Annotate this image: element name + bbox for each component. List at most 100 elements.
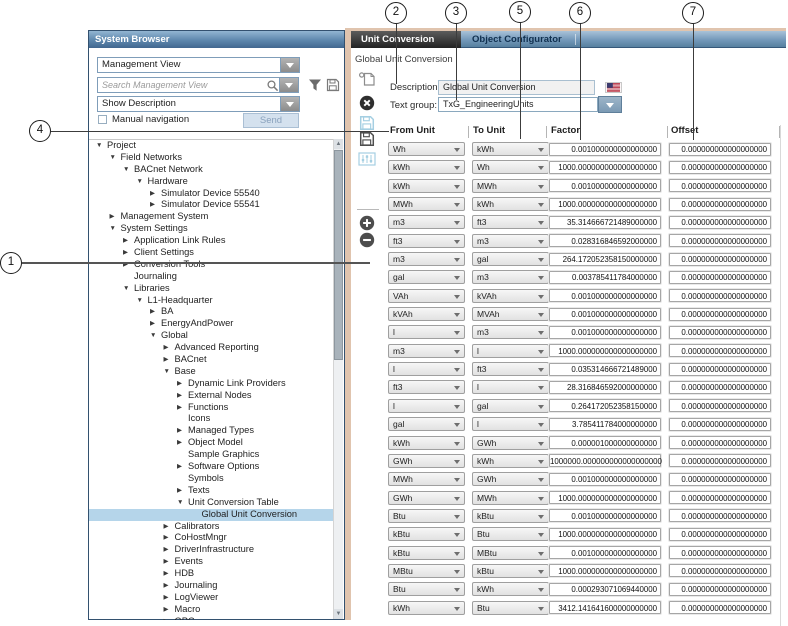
from-unit-select[interactable]: Btu xyxy=(388,509,465,523)
to-unit-select[interactable]: kBtu xyxy=(472,564,549,578)
tab-object-configurator[interactable]: Object Configurator xyxy=(462,31,572,48)
tree-collapsed-arrow-icon[interactable]: ▶ xyxy=(150,318,161,330)
from-unit-select[interactable]: kWh xyxy=(388,436,465,450)
offset-input[interactable]: 0.000000000000000000 xyxy=(669,216,771,229)
tree-item-icons[interactable]: Icons xyxy=(89,413,335,425)
tree-expanded-arrow-icon[interactable]: ▼ xyxy=(150,330,161,342)
from-unit-select[interactable]: MBtu xyxy=(388,564,465,578)
from-unit-select[interactable]: gal xyxy=(388,417,465,431)
from-unit-select[interactable]: gal xyxy=(388,270,465,284)
from-unit-select[interactable]: m3 xyxy=(388,344,465,358)
offset-input[interactable]: 0.000000000000000000 xyxy=(669,143,771,156)
to-unit-select[interactable]: MVAh xyxy=(472,307,549,321)
tree-expanded-arrow-icon[interactable]: ▼ xyxy=(164,366,175,378)
offset-input[interactable]: 0.000000000000000000 xyxy=(669,308,771,321)
factor-input[interactable]: 0.000293071069440000 xyxy=(549,583,661,596)
tree-item-texts[interactable]: ▶Texts xyxy=(89,485,335,497)
scrollbar-thumb[interactable] xyxy=(334,150,343,360)
tree-item-journaling[interactable]: Journaling xyxy=(89,271,335,283)
factor-input[interactable]: 0.001000000000000000 xyxy=(549,546,661,559)
to-unit-select[interactable]: ft3 xyxy=(472,362,549,376)
tree-item-journaling[interactable]: ▶Journaling xyxy=(89,580,335,592)
factor-input[interactable]: 0.028316846592000000 xyxy=(549,234,661,247)
offset-input[interactable]: 0.000000000000000000 xyxy=(669,454,771,467)
tree-item-project[interactable]: ▼Project xyxy=(89,140,335,152)
tree-collapsed-arrow-icon[interactable]: ▶ xyxy=(164,568,175,580)
factor-input[interactable]: 0.003785411784000000 xyxy=(549,271,661,284)
offset-input[interactable]: 0.000000000000000000 xyxy=(669,271,771,284)
manual-navigation-checkbox[interactable] xyxy=(98,115,107,124)
from-unit-select[interactable]: kWh xyxy=(388,601,465,615)
tree-collapsed-arrow-icon[interactable]: ▶ xyxy=(164,616,175,620)
tree-item-simulator-device-55541[interactable]: ▶Simulator Device 55541 xyxy=(89,199,335,211)
from-unit-select[interactable]: l xyxy=(388,399,465,413)
tree-collapsed-arrow-icon[interactable]: ▶ xyxy=(164,521,175,533)
tree-item-events[interactable]: ▶Events xyxy=(89,556,335,568)
to-unit-select[interactable]: kWh xyxy=(472,454,549,468)
tree-item-l1-headquarter[interactable]: ▼L1-Headquarter xyxy=(89,295,335,307)
offset-input[interactable]: 0.000000000000000000 xyxy=(669,583,771,596)
save-search-icon[interactable] xyxy=(326,78,340,92)
offset-input[interactable]: 0.000000000000000000 xyxy=(669,381,771,394)
tree-collapsed-arrow-icon[interactable]: ▶ xyxy=(164,532,175,544)
tree-collapsed-arrow-icon[interactable]: ▶ xyxy=(150,188,161,200)
offset-input[interactable]: 0.000000000000000000 xyxy=(669,436,771,449)
tree-collapsed-arrow-icon[interactable]: ▶ xyxy=(177,461,188,473)
tab-unit-conversion[interactable]: Unit Conversion xyxy=(351,31,461,48)
to-unit-select[interactable]: MWh xyxy=(472,179,549,193)
tree-item-cohostmngr[interactable]: ▶CoHostMngr xyxy=(89,532,335,544)
save-as-icon[interactable] xyxy=(358,131,376,147)
tree-item-dynamic-link-providers[interactable]: ▶Dynamic Link Providers xyxy=(89,378,335,390)
tree-item-logviewer[interactable]: ▶LogViewer xyxy=(89,592,335,604)
offset-input[interactable]: 0.000000000000000000 xyxy=(669,601,771,614)
factor-input[interactable]: 1000.000000000000000000 xyxy=(549,344,661,357)
tree-item-management-system[interactable]: ▶Management System xyxy=(89,211,335,223)
tree-item-global[interactable]: ▼Global xyxy=(89,330,335,342)
tree-collapsed-arrow-icon[interactable]: ▶ xyxy=(177,378,188,390)
tree-scrollbar[interactable]: ▲ ▼ xyxy=(333,139,343,619)
factor-input[interactable]: 0.035314666721489000 xyxy=(549,363,661,376)
send-button[interactable]: Send xyxy=(243,113,299,128)
tree-collapsed-arrow-icon[interactable]: ▶ xyxy=(177,485,188,497)
from-unit-select[interactable]: GWh xyxy=(388,491,465,505)
tree-expanded-arrow-icon[interactable]: ▼ xyxy=(177,497,188,509)
to-unit-select[interactable]: kWh xyxy=(472,582,549,596)
factor-input[interactable]: 1000000.000000000000000000 xyxy=(549,454,661,467)
factor-input[interactable]: 3.785411784000000000 xyxy=(549,418,661,431)
tree-item-ba[interactable]: ▶BA xyxy=(89,306,335,318)
from-unit-select[interactable]: MWh xyxy=(388,472,465,486)
offset-input[interactable]: 0.000000000000000000 xyxy=(669,546,771,559)
factor-input[interactable]: 0.001000000000000000 xyxy=(549,473,661,486)
from-unit-select[interactable]: kWh xyxy=(388,179,465,193)
offset-input[interactable]: 0.000000000000000000 xyxy=(669,161,771,174)
factor-input[interactable]: 264.172052358150000000 xyxy=(549,253,661,266)
tree-collapsed-arrow-icon[interactable]: ▶ xyxy=(164,342,175,354)
offset-input[interactable]: 0.000000000000000000 xyxy=(669,234,771,247)
tree-collapsed-arrow-icon[interactable]: ▶ xyxy=(164,592,175,604)
from-unit-select[interactable]: kVAh xyxy=(388,307,465,321)
offset-input[interactable]: 0.000000000000000000 xyxy=(669,473,771,486)
factor-input[interactable]: 1000.000000000000000000 xyxy=(549,564,661,577)
scroll-up-icon[interactable]: ▲ xyxy=(334,139,343,149)
to-unit-select[interactable]: m3 xyxy=(472,325,549,339)
tree-expanded-arrow-icon[interactable]: ▼ xyxy=(110,223,121,235)
tree-item-energyandpower[interactable]: ▶EnergyAndPower xyxy=(89,318,335,330)
view-selector[interactable]: Management View xyxy=(97,57,300,73)
tree-expanded-arrow-icon[interactable]: ▼ xyxy=(137,295,148,307)
from-unit-select[interactable]: MWh xyxy=(388,197,465,211)
to-unit-select[interactable]: GWh xyxy=(472,472,549,486)
tree-collapsed-arrow-icon[interactable]: ▶ xyxy=(123,259,134,271)
new-object-icon[interactable] xyxy=(358,71,376,87)
to-unit-select[interactable]: l xyxy=(472,344,549,358)
to-unit-select[interactable]: kWh xyxy=(472,197,549,211)
tree-item-bacnet-network[interactable]: ▼BACnet Network xyxy=(89,164,335,176)
to-unit-select[interactable]: MWh xyxy=(472,491,549,505)
text-group-dropdown-button[interactable] xyxy=(598,96,622,113)
delete-icon[interactable] xyxy=(358,95,376,111)
add-row-icon[interactable] xyxy=(358,215,376,231)
factor-input[interactable]: 1000.000000000000000000 xyxy=(549,528,661,541)
offset-input[interactable]: 0.000000000000000000 xyxy=(669,363,771,376)
to-unit-select[interactable]: ft3 xyxy=(472,215,549,229)
factor-input[interactable]: 0.001000000000000000 xyxy=(549,308,661,321)
properties-icon-disabled[interactable] xyxy=(358,151,376,167)
